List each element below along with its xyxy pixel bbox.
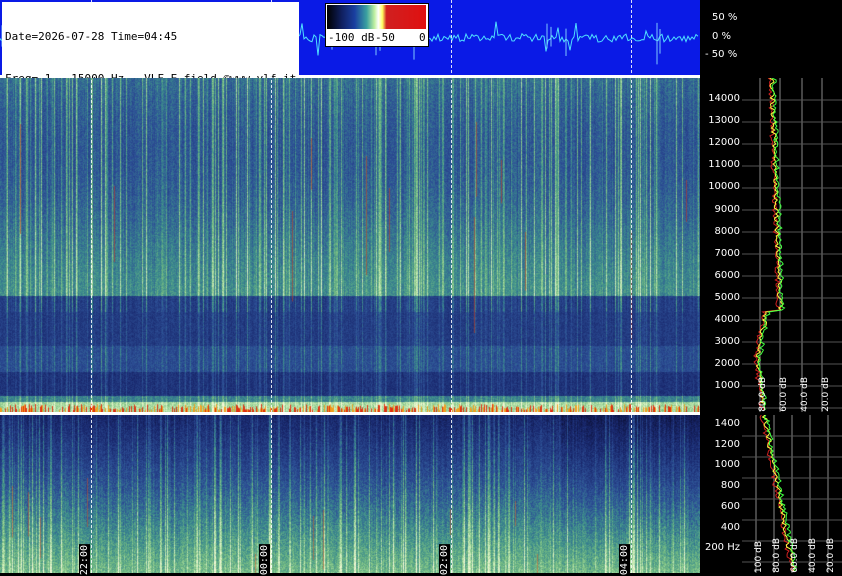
spectrogram-upper [0, 78, 700, 412]
db-tick-label: 20.0 dB [821, 377, 831, 412]
time-gridline [271, 0, 272, 573]
db-tick-label: 40.0 dB [800, 377, 810, 412]
color-scale-gradient [327, 5, 426, 29]
color-scale-label-max: 0 [419, 31, 426, 44]
frequency-tick-label: 14000 [708, 93, 740, 104]
frequency-tick-label: 400 [720, 521, 740, 533]
db-tick-label: 60.0 dB [779, 377, 789, 412]
db-tick-label: 80.0 dB [772, 538, 782, 573]
time-marker: 00:00 [259, 544, 270, 576]
time-gridline [91, 0, 92, 573]
db-axis-lower: 100 dB 80.0 dB 60.0 dB 40.0 dB 20.0 dB [742, 535, 842, 573]
spectrum-profile-upper [742, 78, 842, 412]
time-marker: 04:00 [619, 544, 630, 576]
db-axis-upper: 80.0 dB 60.0 dB 40.0 dB 20.0 dB [742, 376, 842, 412]
db-tick-label: 20.0 dB [826, 538, 836, 573]
color-scale-label-min: -100 dB [328, 31, 375, 44]
db-tick-label: 40.0 dB [808, 538, 818, 573]
frequency-tick-label: 2000 [714, 358, 740, 370]
frequency-tick-label: 13000 [708, 115, 740, 127]
frequency-tick-label: 7000 [714, 247, 740, 259]
db-tick-label: 80.0 dB [758, 377, 768, 412]
frequency-tick-label: 12000 [708, 137, 740, 149]
frequency-tick-label: 3000 [714, 336, 740, 348]
color-scale-label-mid: -50 [375, 31, 395, 44]
frequency-tick-label: 9000 [714, 203, 740, 215]
db-tick-label: 100 dB [754, 541, 764, 573]
frequency-tick-label: 10000 [708, 181, 740, 193]
frequency-tick-label: 1400 [714, 418, 740, 429]
waveform-label-top: 50 % [712, 12, 738, 23]
time-gridline [631, 0, 632, 573]
frequency-tick-label: 800 [720, 480, 740, 492]
time-marker: 02:00 [439, 544, 450, 576]
frequency-tick-label: 600 [720, 500, 740, 512]
frequency-tick-label: 6000 [714, 269, 740, 281]
time-gridline [451, 0, 452, 573]
frequency-tick-label: 200 Hz [704, 542, 740, 554]
frequency-tick-label: 1000 [714, 459, 740, 471]
waveform-label-zero: 0 % [712, 31, 732, 42]
db-tick-label: 60.0 dB [790, 538, 800, 573]
date-time-text: Date=2026-07-28 Time=04:45 [5, 30, 178, 43]
color-scale: -100 dB -50 0 [325, 3, 429, 47]
spectrogram-lower [0, 415, 700, 573]
frequency-tick-label: 1200 [714, 438, 740, 450]
waveform-label-bottom: - 50 % [705, 49, 738, 60]
frequency-tick-label: 5000 [714, 291, 740, 303]
frequency-axis-lower: 1400 1200 1000 800 600 400 200 Hz [696, 415, 740, 573]
frequency-tick-label: 8000 [714, 225, 740, 237]
frequency-axis-upper: 14000 13000 12000 11000 10000 9000 8000 7000 600… [696, 78, 740, 412]
frequency-tick-label: 1000 [714, 380, 740, 392]
frequency-tick-label: 4000 [714, 314, 740, 325]
frequency-tick-label: 11000 [708, 159, 740, 171]
time-marker: 22:00 [79, 544, 90, 576]
